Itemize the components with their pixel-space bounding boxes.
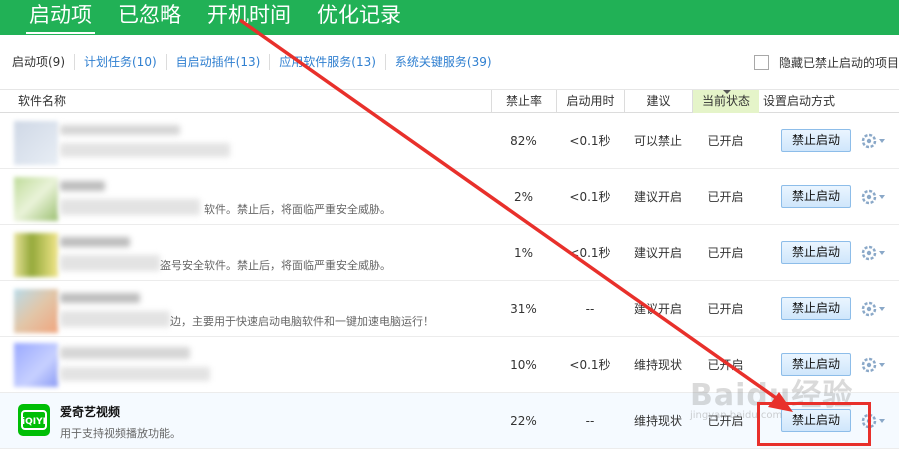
disable-rate: 1% bbox=[513, 246, 534, 260]
tab-optimize-log[interactable]: 优化记录 bbox=[310, 0, 408, 35]
main-tab-bar: 启动项 已忽略 开机时间 优化记录 bbox=[0, 0, 899, 35]
current-status: 已开启 bbox=[707, 302, 744, 316]
advice: 可以禁止 bbox=[633, 134, 682, 148]
table-row: 盗号安全软件。禁止后，将面临严重安全威胁。 1% <0.1秒 建议开启 已开启 … bbox=[0, 225, 899, 281]
col-startup-time[interactable]: 启动用时 bbox=[556, 90, 624, 113]
tab-boot-time[interactable]: 开机时间 bbox=[200, 0, 298, 35]
blurred-title bbox=[60, 237, 130, 247]
gear-icon[interactable] bbox=[860, 187, 886, 207]
row-description: 用于支持视频播放功能。 bbox=[60, 427, 181, 440]
blurred-title bbox=[60, 293, 140, 303]
gear-icon[interactable] bbox=[860, 299, 886, 319]
startup-time: <0.1秒 bbox=[569, 134, 611, 148]
blurred-title bbox=[60, 181, 105, 191]
disable-startup-button[interactable]: 禁止启动 bbox=[781, 185, 851, 208]
table-row: 软件。禁止后，将面临严重安全威胁。 2% <0.1秒 建议开启 已开启 禁止启动 bbox=[0, 169, 899, 225]
gear-icon[interactable] bbox=[860, 355, 886, 375]
advice: 建议开启 bbox=[633, 190, 682, 204]
disable-startup-button[interactable]: 禁止启动 bbox=[781, 129, 851, 152]
blurred-desc-prefix bbox=[60, 255, 160, 271]
row-description: 边，主要用于快速启动电脑软件和一键加速电脑运行！ bbox=[170, 315, 434, 328]
subtab-app-services[interactable]: 应用软件服务(13) bbox=[269, 54, 385, 70]
row-title: 爱奇艺视频 bbox=[60, 405, 121, 419]
table-header: 软件名称 禁止率 启动用时 建议 当前状态 设置启动方式 bbox=[0, 90, 899, 113]
blurred-app-icon bbox=[14, 121, 58, 165]
disable-rate: 2% bbox=[513, 190, 534, 204]
hide-disabled-toggle[interactable]: 隐藏已禁止启动的项目 bbox=[753, 54, 899, 71]
disable-rate: 22% bbox=[510, 414, 537, 428]
blurred-app-icon bbox=[14, 233, 58, 277]
col-software-name[interactable]: 软件名称 bbox=[0, 90, 491, 113]
hide-disabled-checkbox[interactable] bbox=[753, 55, 769, 70]
annotation-highlight-box bbox=[757, 402, 871, 446]
blurred-desc bbox=[60, 143, 230, 157]
advice: 建议开启 bbox=[633, 302, 682, 316]
current-status: 已开启 bbox=[707, 190, 744, 204]
subtab-startup[interactable]: 启动项(9) bbox=[12, 54, 74, 70]
iqiyi-icon: iQIYI bbox=[18, 404, 50, 436]
startup-time: <0.1秒 bbox=[569, 246, 611, 260]
col-current-status-label: 当前状态 bbox=[701, 94, 750, 108]
col-disable-rate[interactable]: 禁止率 bbox=[491, 90, 556, 113]
gear-icon[interactable] bbox=[860, 131, 886, 151]
startup-time: <0.1秒 bbox=[569, 190, 611, 204]
advice: 维持现状 bbox=[633, 358, 682, 372]
blurred-desc-prefix bbox=[60, 311, 170, 327]
svg-text:iQIYI: iQIYI bbox=[22, 417, 46, 427]
sub-tab-bar: 启动项(9) 计划任务(10) 自启动插件(13) 应用软件服务(13) 系统关… bbox=[0, 35, 899, 90]
current-status: 已开启 bbox=[707, 414, 744, 428]
col-startup-method: 设置启动方式 bbox=[763, 94, 836, 108]
table-row: 82% <0.1秒 可以禁止 已开启 禁止启动 bbox=[0, 113, 899, 169]
blurred-title bbox=[60, 347, 190, 359]
blurred-desc-prefix bbox=[60, 199, 200, 215]
disable-startup-button[interactable]: 禁止启动 bbox=[781, 353, 851, 376]
table-row: 边，主要用于快速启动电脑软件和一键加速电脑运行！ 31% -- 建议开启 已开启… bbox=[0, 281, 899, 337]
tab-ignored[interactable]: 已忽略 bbox=[111, 0, 188, 35]
row-description: 盗号安全软件。禁止后，将面临严重安全威胁。 bbox=[160, 259, 391, 272]
hide-disabled-label: 隐藏已禁止启动的项目 bbox=[778, 56, 899, 70]
blurred-app-icon bbox=[14, 177, 58, 221]
sort-indicator-icon bbox=[723, 90, 731, 94]
startup-time: -- bbox=[585, 414, 595, 428]
blurred-app-icon bbox=[14, 289, 58, 333]
current-status: 已开启 bbox=[707, 134, 744, 148]
subtab-scheduled-tasks[interactable]: 计划任务(10) bbox=[74, 54, 166, 70]
disable-rate: 10% bbox=[510, 358, 537, 372]
disable-startup-button[interactable]: 禁止启动 bbox=[781, 297, 851, 320]
blurred-app-icon bbox=[14, 343, 58, 387]
gear-icon[interactable] bbox=[860, 243, 886, 263]
disable-rate: 31% bbox=[510, 302, 537, 316]
blurred-desc bbox=[60, 367, 210, 381]
table-row: 10% <0.1秒 维持现状 已开启 禁止启动 bbox=[0, 337, 899, 393]
advice: 维持现状 bbox=[633, 414, 682, 428]
startup-time: <0.1秒 bbox=[569, 358, 611, 372]
col-advice[interactable]: 建议 bbox=[624, 90, 692, 113]
disable-rate: 82% bbox=[510, 134, 537, 148]
current-status: 已开启 bbox=[707, 358, 744, 372]
startup-time: -- bbox=[585, 302, 595, 316]
tab-startup-items[interactable]: 启动项 bbox=[22, 0, 99, 35]
col-current-status[interactable]: 当前状态 bbox=[692, 90, 759, 113]
disable-startup-button[interactable]: 禁止启动 bbox=[781, 241, 851, 264]
row-description: 软件。禁止后，将面临严重安全威胁。 bbox=[204, 203, 391, 216]
subtab-autostart-plugins[interactable]: 自启动插件(13) bbox=[165, 54, 270, 70]
current-status: 已开启 bbox=[707, 246, 744, 260]
subtab-system-services[interactable]: 系统关键服务(39) bbox=[384, 54, 501, 70]
blurred-title bbox=[60, 125, 180, 135]
advice: 建议开启 bbox=[633, 246, 682, 260]
